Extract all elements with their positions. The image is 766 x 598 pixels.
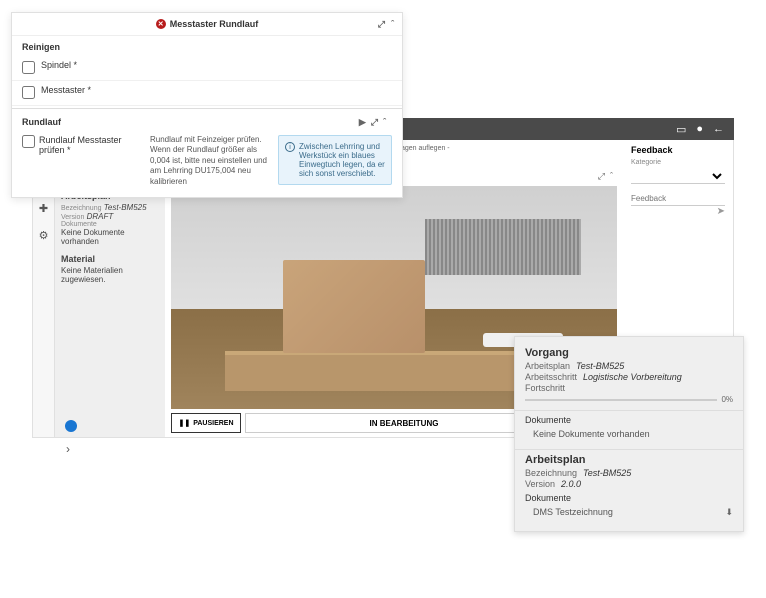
settings-icon[interactable]: ⚙ bbox=[39, 229, 49, 242]
chat-icon[interactable]: ▭ bbox=[676, 123, 686, 136]
fullscreen-icon[interactable]: ⤢ bbox=[598, 171, 605, 182]
feedback-input[interactable] bbox=[631, 192, 725, 206]
rundlauf-description: Rundlauf mit Feinzeiger prüfen. Wenn der… bbox=[150, 135, 270, 187]
fullscreen-icon[interactable]: ⤢ bbox=[371, 117, 378, 128]
send-icon[interactable]: ➤ bbox=[717, 206, 725, 217]
reinigen-title: Reinigen bbox=[12, 36, 402, 56]
progress-row: 0% bbox=[525, 395, 733, 404]
caret-icon[interactable]: ˆ bbox=[391, 19, 394, 30]
download-icon[interactable]: ⬇ bbox=[725, 507, 733, 518]
panel-title: Messtaster Rundlauf bbox=[170, 19, 259, 29]
checkbox-rundlauf[interactable] bbox=[22, 135, 35, 148]
checkbox-messtaster[interactable] bbox=[22, 86, 35, 99]
checklist-panel: ✕ Messtaster Rundlauf ⤢ ˆ Reinigen Spinde… bbox=[11, 12, 403, 198]
info-icon: i bbox=[285, 142, 295, 152]
pause-button[interactable]: ❚❚PAUSIEREN bbox=[171, 413, 241, 433]
checklist-item-spindel[interactable]: Spindel * bbox=[12, 56, 402, 81]
dms-row[interactable]: DMS Testzeichnung ⬇ bbox=[525, 503, 733, 523]
play-icon[interactable]: ▶ bbox=[359, 117, 366, 128]
rundlauf-detail-row: Rundlauf Messtaster prüfen * Rundlauf mi… bbox=[12, 131, 402, 197]
material-none: Keine Materialien zugewiesen. bbox=[61, 266, 159, 284]
rundlauf-title: Rundlauf ▶⤢ˆ bbox=[12, 111, 402, 131]
arbeitsplan-title-c: Arbeitsplan bbox=[525, 454, 733, 466]
blue-indicator-dot[interactable] bbox=[65, 420, 77, 432]
expand-chevron-icon[interactable]: › bbox=[66, 442, 70, 456]
back-icon[interactable]: ← bbox=[713, 123, 724, 135]
checkbox-spindel[interactable] bbox=[22, 61, 35, 74]
vorgang-title: Vorgang bbox=[525, 347, 733, 359]
kategorie-label: Kategorie bbox=[631, 159, 725, 166]
info-callout: i Zwischen Lehrring und Werkstück ein bl… bbox=[278, 135, 392, 185]
kategorie-select[interactable] bbox=[631, 168, 725, 184]
dokumente-section: Dokumente bbox=[525, 415, 733, 425]
caret-icon[interactable]: ˆ bbox=[610, 171, 613, 182]
feedback-title: Feedback bbox=[631, 145, 725, 155]
caret-icon[interactable]: ˆ bbox=[383, 117, 386, 128]
panel-header: ✕ Messtaster Rundlauf ⤢ ˆ bbox=[12, 13, 402, 36]
material-title: Material bbox=[61, 254, 159, 264]
fullscreen-icon[interactable]: ⤢ bbox=[378, 19, 385, 30]
dokumente-none: Keine Dokumente vorhanden bbox=[525, 425, 733, 445]
vorgang-detail-panel: Vorgang ArbeitsplanTest-BM525 Arbeitssch… bbox=[514, 336, 744, 532]
tools-icon[interactable]: ✚ bbox=[39, 202, 48, 215]
account-icon[interactable]: ● bbox=[696, 123, 703, 135]
checklist-item-messtaster[interactable]: Messtaster * bbox=[12, 81, 402, 106]
status-circle-icon: ✕ bbox=[156, 19, 166, 29]
